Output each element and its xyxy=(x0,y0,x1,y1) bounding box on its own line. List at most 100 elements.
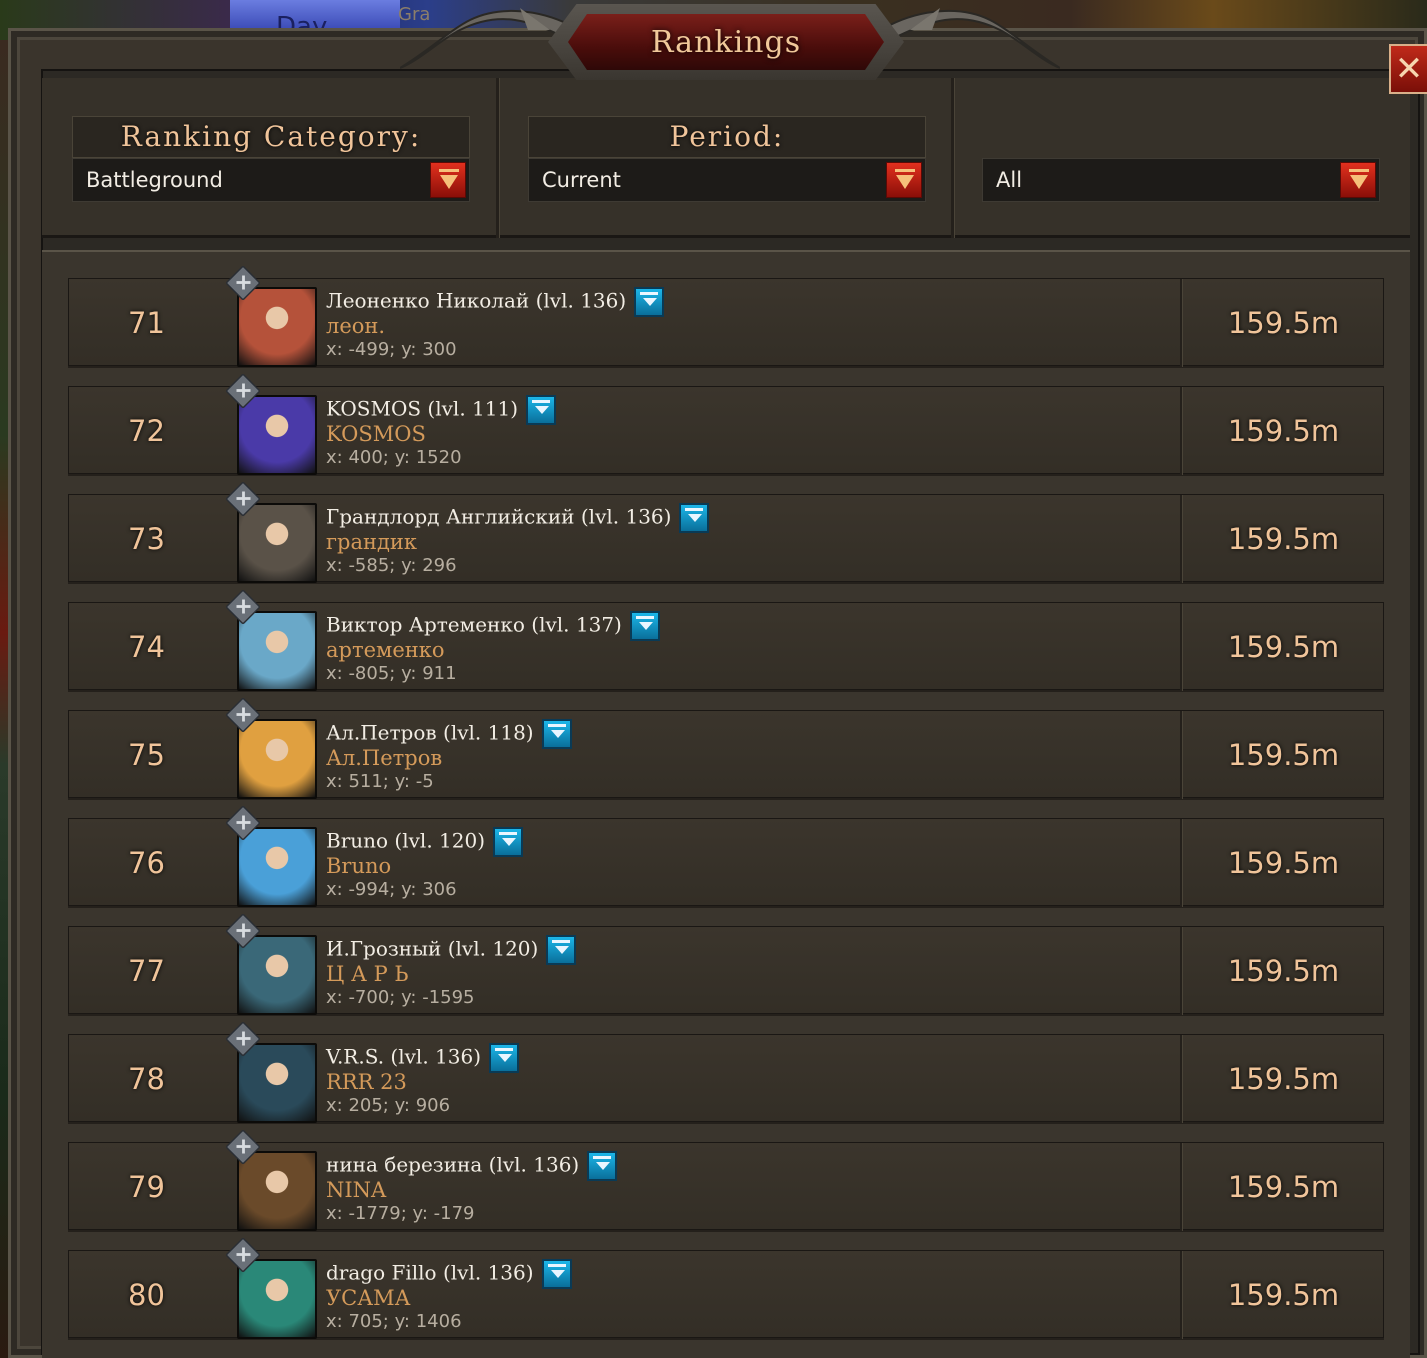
player-score: 159.5m xyxy=(1227,414,1340,448)
period-label: Period: xyxy=(528,116,926,158)
player-name-line: нина березина (lvl. 136) xyxy=(326,1151,618,1181)
player-name-line: drago Fillo (lvl. 136) xyxy=(326,1259,572,1289)
ranking-row[interactable]: 75 Ал.Петров (lvl. 118) Ал.Петров x: 511… xyxy=(68,697,1384,799)
rank-number: 79 xyxy=(128,1170,165,1204)
scope-value: All xyxy=(996,168,1023,192)
ranking-row[interactable]: 76 Bruno (lvl. 120) Bruno x: -994; y: 30… xyxy=(68,805,1384,907)
dragon-wing-right-icon xyxy=(890,8,1060,69)
player-info-dropdown-icon[interactable] xyxy=(526,395,557,425)
player-guild: Bruno xyxy=(326,854,392,878)
player-name-line: V.R.S. (lvl. 136) xyxy=(326,1043,520,1073)
player-coordinates[interactable]: x: 205; y: 906 xyxy=(326,1095,450,1116)
player-name-line: Bruno (lvl. 120) xyxy=(326,827,524,857)
ranking-row[interactable]: 74 Виктор Артеменко (lvl. 137) артеменко… xyxy=(68,589,1384,691)
player-info-dropdown-icon[interactable] xyxy=(493,827,524,857)
player-avatar[interactable] xyxy=(237,611,317,691)
player-name-line: Виктор Артеменко (lvl. 137) xyxy=(326,611,660,641)
player-score: 159.5m xyxy=(1227,1062,1340,1096)
player-name: V.R.S. (lvl. 136) xyxy=(326,1044,482,1069)
ranking-row[interactable]: 80 drago Fillo (lvl. 136) УСАМА x: 705; … xyxy=(68,1237,1384,1339)
dropdown-arrow-icon[interactable] xyxy=(886,162,922,198)
player-name-line: Леоненко Николай (lvl. 136) xyxy=(326,287,665,317)
player-guild: Ц А Р Ь xyxy=(326,962,409,986)
ranking-category-value: Battleground xyxy=(86,168,223,192)
filter-divider xyxy=(496,78,499,238)
player-score: 159.5m xyxy=(1227,1278,1340,1312)
player-avatar[interactable] xyxy=(237,827,317,907)
ranking-row[interactable]: 72 KOSMOS (lvl. 111) KOSMOS x: 400; y: 1… xyxy=(68,373,1384,475)
ranking-row[interactable]: 78 V.R.S. (lvl. 136) RRR 23 x: 205; y: 9… xyxy=(68,1021,1384,1123)
player-avatar[interactable] xyxy=(237,1259,317,1339)
player-coordinates[interactable]: x: 705; y: 1406 xyxy=(326,1311,462,1332)
window-title-text: Rankings xyxy=(650,24,802,60)
player-name: Грандлорд Английский (lvl. 136) xyxy=(326,504,672,529)
rank-number: 74 xyxy=(128,630,165,664)
rank-number: 80 xyxy=(128,1278,165,1312)
close-icon: ✕ xyxy=(1394,49,1424,89)
player-score: 159.5m xyxy=(1227,306,1340,340)
player-avatar[interactable] xyxy=(237,503,317,583)
player-info-dropdown-icon[interactable] xyxy=(489,1043,520,1073)
player-coordinates[interactable]: x: 400; y: 1520 xyxy=(326,447,462,468)
player-guild: KOSMOS xyxy=(326,422,426,446)
player-name-line: Грандлорд Английский (lvl. 136) xyxy=(326,503,710,533)
player-score: 159.5m xyxy=(1227,1170,1340,1204)
player-coordinates[interactable]: x: -1779; y: -179 xyxy=(326,1203,475,1224)
period-value: Current xyxy=(542,168,621,192)
player-name: drago Fillo (lvl. 136) xyxy=(326,1260,534,1285)
player-info-dropdown-icon[interactable] xyxy=(541,719,572,749)
player-guild: RRR 23 xyxy=(326,1070,407,1094)
ranking-list[interactable]: 71 Леоненко Николай (lvl. 136) леон. x: … xyxy=(42,250,1410,1358)
player-guild: NINA xyxy=(326,1178,387,1202)
player-score: 159.5m xyxy=(1227,846,1340,880)
player-name: Леоненко Николай (lvl. 136) xyxy=(326,288,627,313)
player-score: 159.5m xyxy=(1227,630,1340,664)
player-coordinates[interactable]: x: -499; y: 300 xyxy=(326,339,457,360)
player-info-dropdown-icon[interactable] xyxy=(634,287,665,317)
rank-number: 78 xyxy=(128,1062,165,1096)
dropdown-arrow-icon[interactable] xyxy=(1340,162,1376,198)
player-score: 159.5m xyxy=(1227,954,1340,988)
player-avatar[interactable] xyxy=(237,935,317,1015)
player-coordinates[interactable]: x: -585; y: 296 xyxy=(326,555,457,576)
close-button[interactable]: ✕ xyxy=(1389,44,1427,94)
player-avatar[interactable] xyxy=(237,1151,317,1231)
ranking-category-select[interactable]: Battleground xyxy=(72,158,470,202)
player-info-dropdown-icon[interactable] xyxy=(587,1151,618,1181)
rank-number: 73 xyxy=(128,522,165,556)
player-avatar[interactable] xyxy=(237,287,317,367)
scope-filter: All xyxy=(982,116,1380,202)
player-info-dropdown-icon[interactable] xyxy=(679,503,710,533)
ranking-category-filter: Ranking Category: Battleground xyxy=(72,116,470,202)
window-title: Rankings xyxy=(568,14,884,70)
player-guild: УСАМА xyxy=(326,1286,411,1310)
ranking-row[interactable]: 71 Леоненко Николай (lvl. 136) леон. x: … xyxy=(68,265,1384,367)
player-score: 159.5m xyxy=(1227,738,1340,772)
rank-number: 76 xyxy=(128,846,165,880)
ranking-row[interactable]: 77 И.Грозный (lvl. 120) Ц А Р Ь x: -700;… xyxy=(68,913,1384,1015)
player-avatar[interactable] xyxy=(237,719,317,799)
ranking-row[interactable]: 73 Грандлорд Английский (lvl. 136) гранд… xyxy=(68,481,1384,583)
player-info-dropdown-icon[interactable] xyxy=(546,935,577,965)
player-coordinates[interactable]: x: 511; y: -5 xyxy=(326,771,434,792)
player-guild: грандик xyxy=(326,530,418,554)
player-avatar[interactable] xyxy=(237,395,317,475)
dragon-wing-left-icon xyxy=(400,8,570,69)
player-name: нина березина (lvl. 136) xyxy=(326,1152,580,1177)
player-name: KOSMOS (lvl. 111) xyxy=(326,396,519,421)
ranking-category-label: Ranking Category: xyxy=(72,116,470,158)
period-select[interactable]: Current xyxy=(528,158,926,202)
player-avatar[interactable] xyxy=(237,1043,317,1123)
dropdown-arrow-icon[interactable] xyxy=(430,162,466,198)
rank-number: 77 xyxy=(128,954,165,988)
ranking-row[interactable]: 79 нина березина (lvl. 136) NINA x: -177… xyxy=(68,1129,1384,1231)
player-name-line: Ал.Петров (lvl. 118) xyxy=(326,719,572,749)
player-coordinates[interactable]: x: -700; y: -1595 xyxy=(326,987,475,1008)
player-coordinates[interactable]: x: -805; y: 911 xyxy=(326,663,457,684)
player-info-dropdown-icon[interactable] xyxy=(629,611,660,641)
player-score: 159.5m xyxy=(1227,522,1340,556)
player-name: Ал.Петров (lvl. 118) xyxy=(326,720,534,745)
player-info-dropdown-icon[interactable] xyxy=(541,1259,572,1289)
scope-select[interactable]: All xyxy=(982,158,1380,202)
player-coordinates[interactable]: x: -994; y: 306 xyxy=(326,879,457,900)
